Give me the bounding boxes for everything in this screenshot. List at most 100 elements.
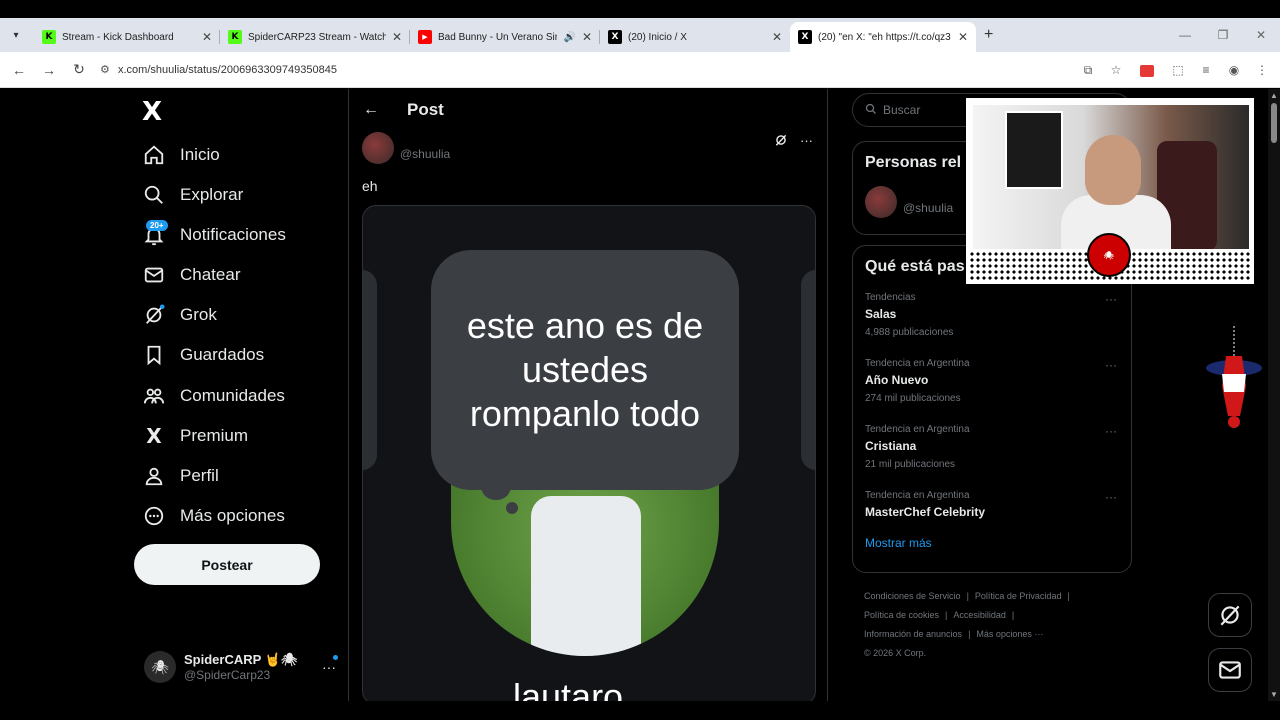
nav-item-perfil[interactable]: Perfil (142, 460, 219, 492)
post-media[interactable]: este ano es de ustedes rompanlo todo lau… (362, 205, 816, 701)
x-icon: X (798, 30, 812, 44)
forward-icon[interactable]: → (34, 62, 64, 78)
nav-label: Chatear (180, 265, 241, 284)
reload-icon[interactable]: ↻ (64, 61, 94, 78)
terms-link[interactable]: Condiciones de Servicio (864, 591, 961, 601)
trend-context: Tendencia en Argentina (865, 490, 970, 501)
profile-icon[interactable]: ◉ (1222, 63, 1246, 77)
close-icon[interactable]: ✕ (772, 30, 782, 44)
scroll-down-icon[interactable]: ▼ (1270, 690, 1278, 699)
trend-context: Tendencia en Argentina (865, 424, 970, 435)
extensions-icon[interactable]: ⬚ (1166, 63, 1190, 77)
install-icon[interactable]: ⧉ (1076, 63, 1100, 78)
close-icon[interactable]: ✕ (202, 30, 212, 44)
ads-info-link[interactable]: Información de anuncios (864, 629, 962, 639)
post-author[interactable]: @shuulia (362, 132, 450, 164)
tab-search-button[interactable]: ▾ (4, 23, 28, 47)
grok-icon[interactable] (774, 133, 788, 150)
streamer-head (1085, 135, 1141, 205)
close-icon[interactable]: ✕ (582, 30, 592, 44)
bottom-black-strip (0, 701, 1280, 720)
more-icon[interactable]: ··· (1105, 292, 1117, 306)
spider-carp-logo: 🕷 (1087, 233, 1131, 277)
messages-floating-button[interactable] (1208, 648, 1252, 692)
nav-item-inicio[interactable]: Inicio (142, 139, 220, 171)
minimize-icon[interactable]: — (1166, 28, 1204, 42)
scroll-up-icon[interactable]: ▲ (1270, 91, 1278, 100)
kick-icon: K (228, 30, 242, 44)
more-icon: ··· (322, 659, 336, 675)
avatar[interactable] (362, 132, 394, 164)
url-field[interactable]: ⚙ x.com/shuulia/status/20069633097493508… (100, 56, 1100, 84)
nav-item-chatear[interactable]: Chatear (142, 259, 240, 291)
nav-item-explorar[interactable]: Explorar (142, 179, 243, 211)
tab-x-inicio[interactable]: X (20) Inicio / X ✕ (600, 22, 790, 52)
menu-icon[interactable]: ⋮ (1250, 63, 1274, 77)
trend-name: Año Nuevo (865, 373, 929, 387)
more-icon[interactable]: ··· (1105, 490, 1117, 504)
youtube-icon: ▶ (418, 30, 432, 44)
close-icon[interactable]: ✕ (392, 30, 402, 44)
copyright: © 2026 X Corp. (864, 648, 927, 658)
tab-kick-dashboard[interactable]: K Stream - Kick Dashboard ✕ (34, 22, 220, 52)
more-icon[interactable]: ··· (800, 133, 813, 150)
nav-label: Explorar (180, 185, 244, 204)
nav-item-comunidades[interactable]: Comunidades (142, 380, 285, 412)
grok-floating-button[interactable] (1208, 593, 1252, 637)
close-icon[interactable]: ✕ (958, 30, 968, 44)
page-scrollbar[interactable]: ▲ ▼ (1268, 89, 1280, 701)
privacy-link[interactable]: Política de Privacidad (975, 591, 1062, 601)
avatar: 🕷 (144, 651, 176, 683)
tab-x-post[interactable]: X (20) "en X: "eh https://t.co/qz3 ✕ (790, 22, 976, 52)
tab-title: Bad Bunny - Un Verano Sin (438, 31, 558, 43)
trend-item[interactable]: Tendencia en Argentina Cristiana 21 mil … (853, 416, 1131, 482)
speaker-icon[interactable]: 🔊 (563, 32, 575, 43)
nav-item-mas-opciones[interactable]: Más opciones (142, 500, 285, 532)
back-icon[interactable]: ← (4, 62, 34, 78)
more-icon[interactable]: ··· (1105, 424, 1117, 438)
trend-name: MasterChef Celebrity (865, 505, 986, 519)
mail-icon (142, 263, 166, 287)
media-icon[interactable]: ≡ (1194, 63, 1218, 77)
more-icon[interactable]: ··· (1105, 358, 1117, 372)
show-more-link[interactable]: Mostrar más (853, 528, 1131, 560)
spiderman-poster (1005, 111, 1063, 189)
x-logo[interactable]: X (142, 97, 162, 127)
new-tab-button[interactable]: + (984, 26, 993, 44)
window-close-icon[interactable]: ✕ (1242, 28, 1280, 42)
post-button[interactable]: Postear (134, 544, 320, 585)
accessibility-link[interactable]: Accesibilidad (953, 610, 1006, 620)
trend-item[interactable]: Tendencia en Argentina Año Nuevo 274 mil… (853, 350, 1131, 416)
nav-item-grok[interactable]: Grok (142, 299, 217, 331)
nav-label: Más opciones (180, 506, 285, 525)
extension-badge-icon[interactable] (1132, 63, 1162, 77)
tab-spidercarp-stream[interactable]: K SpiderCARP23 Stream - Watch ✕ (220, 22, 410, 52)
search-icon (142, 183, 166, 207)
avatar[interactable] (865, 186, 897, 218)
browser-tab-bar: ▾ K Stream - Kick Dashboard ✕ K SpiderCA… (0, 18, 1280, 52)
speech-bubble-text: este ano es de ustedes rompanlo todo (431, 250, 739, 490)
more-options-link[interactable]: Más opciones ··· (976, 629, 1043, 639)
restore-icon[interactable]: ❐ (1204, 28, 1242, 42)
nav-item-premium[interactable]: X Premium (142, 420, 248, 452)
bell-icon: 20+ (142, 220, 168, 247)
trend-item[interactable]: Tendencias Salas 4,988 publicaciones ··· (853, 284, 1131, 350)
related-handle[interactable]: @shuulia (903, 201, 953, 215)
scroll-thumb[interactable] (1271, 103, 1277, 143)
trend-item[interactable]: Tendencia en Argentina MasterChef Celebr… (853, 482, 1131, 528)
account-switcher[interactable]: 🕷 SpiderCARP 🤘🕷 @SpiderCarp23 ··· (144, 647, 340, 687)
star-icon[interactable]: ☆ (1104, 63, 1128, 77)
author-handle[interactable]: @shuulia (400, 147, 450, 161)
more-circle-icon (142, 504, 166, 528)
trend-context: Tendencia en Argentina (865, 358, 970, 369)
back-arrow-icon[interactable]: ← (363, 101, 393, 119)
cookies-link[interactable]: Política de cookies (864, 610, 939, 620)
nav-item-guardados[interactable]: Guardados (142, 339, 264, 371)
left-navigation: X Inicio Explorar 20+ Notificaciones Cha (134, 89, 348, 701)
nav-item-notificaciones[interactable]: 20+ Notificaciones (142, 219, 286, 251)
tab-title: SpiderCARP23 Stream - Watch (248, 31, 386, 43)
x-icon: X (146, 424, 162, 448)
nav-label: Guardados (180, 345, 265, 364)
tab-bad-bunny[interactable]: ▶ Bad Bunny - Un Verano Sin 🔊 ✕ (410, 22, 600, 52)
site-info-icon[interactable]: ⚙ (100, 63, 118, 76)
